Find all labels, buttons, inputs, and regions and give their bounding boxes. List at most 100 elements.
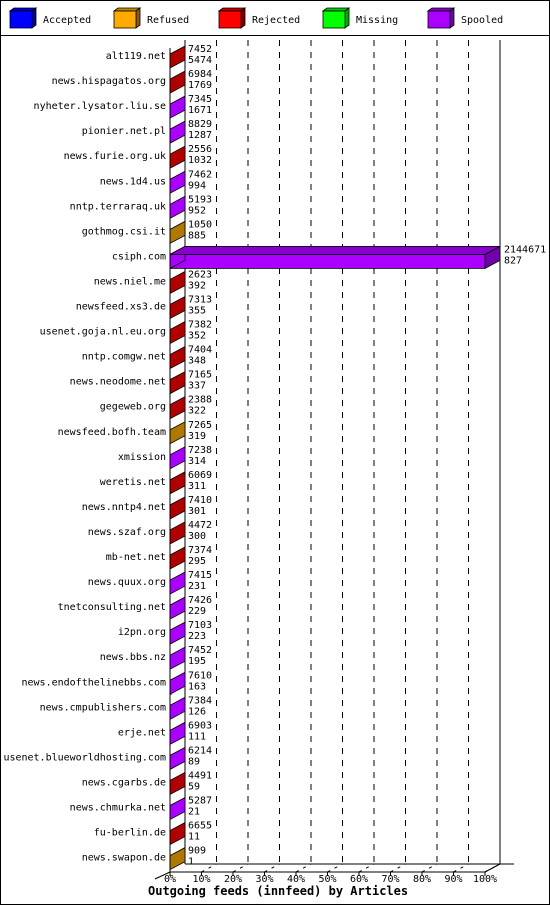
x-tick-depth bbox=[453, 863, 469, 873]
value-label-top: 2388 bbox=[188, 395, 212, 406]
bar-row: news.cgarbs.de 449159 bbox=[82, 770, 212, 796]
value-label-bottom: 1769 bbox=[188, 80, 212, 91]
category-label: usenet.goja.nl.eu.org bbox=[40, 327, 166, 338]
value-label-top: 7165 bbox=[188, 370, 212, 381]
bar-row: tnetconsulting.net 7426229 bbox=[58, 595, 212, 620]
category-label: nntp.comgw.net bbox=[82, 352, 166, 363]
bar-left-face bbox=[169, 396, 186, 420]
x-axis-title: Outgoing feeds (innfeed) by Articles bbox=[148, 884, 408, 898]
bars: alt119.net74525474news.hispagatos.org698… bbox=[3, 44, 546, 871]
value-label-bottom: 355 bbox=[188, 306, 206, 317]
value-label-top: 7415 bbox=[188, 570, 212, 581]
category-label: newsfeed.xs3.de bbox=[76, 302, 166, 313]
bar-left-face bbox=[169, 345, 186, 370]
category-label: xmission bbox=[118, 452, 166, 463]
bar-left-face bbox=[169, 596, 186, 620]
bar-left-face bbox=[169, 471, 186, 495]
value-label-bottom: 319 bbox=[188, 431, 206, 442]
category-label: nntp.terraraq.uk bbox=[70, 201, 166, 212]
value-label-top: 4491 bbox=[188, 770, 212, 781]
legend-item: Spooled bbox=[426, 7, 503, 29]
legend-swatch bbox=[218, 10, 242, 29]
x-tick-label: 100% bbox=[473, 874, 497, 885]
x-tick-depth bbox=[201, 863, 217, 873]
category-label: pionier.net.pl bbox=[82, 126, 166, 137]
value-label-top: 7265 bbox=[188, 420, 212, 431]
bar-left-face bbox=[169, 145, 186, 169]
value-label-bottom: 337 bbox=[188, 381, 206, 392]
value-label-top: 7410 bbox=[188, 495, 212, 506]
value-label-top: 6655 bbox=[188, 821, 212, 832]
bar-row: gothmog.csi.it 1050885 bbox=[82, 219, 212, 245]
bar-left-face bbox=[169, 320, 186, 345]
value-label-bottom: 1287 bbox=[188, 130, 212, 141]
value-label-top: 7238 bbox=[188, 445, 212, 456]
bar-row: news.cmpublishers.com 7384126 bbox=[40, 695, 212, 720]
legend-swatch-side bbox=[31, 7, 37, 29]
value-label-bottom: 994 bbox=[188, 180, 206, 191]
value-label-top: 909 bbox=[188, 846, 206, 857]
bar-left-face bbox=[169, 120, 186, 144]
bar-row: pionier.net.pl 88291287 bbox=[82, 119, 212, 144]
category-label: gegeweb.org bbox=[100, 402, 166, 413]
category-label: news.1d4.us bbox=[100, 176, 166, 187]
bar-left-face bbox=[169, 821, 186, 846]
bar-left-face bbox=[169, 295, 186, 320]
value-label-top: 7374 bbox=[188, 545, 212, 556]
value-label-bottom: 89 bbox=[188, 756, 200, 767]
value-label-bottom: 314 bbox=[188, 456, 206, 467]
category-label: usenet.blueworldhosting.com bbox=[3, 752, 166, 763]
value-label-top: 6984 bbox=[188, 69, 212, 80]
category-label: news.niel.me bbox=[94, 276, 166, 287]
value-label-bottom: 11 bbox=[188, 832, 200, 843]
value-label-top: 7610 bbox=[188, 670, 212, 681]
x-tick-depth bbox=[295, 863, 312, 873]
value-label-top: 7103 bbox=[188, 620, 212, 631]
bar-left-face bbox=[169, 846, 186, 871]
bar-row: newsfeed.bofh.team 7265319 bbox=[58, 420, 212, 445]
category-label: nyheter.lysator.liu.se bbox=[34, 101, 166, 112]
legend-label: Missing bbox=[356, 15, 398, 26]
legend-label: Spooled bbox=[461, 15, 503, 26]
value-label-bottom: 163 bbox=[188, 681, 206, 692]
value-label-top: 2144671 bbox=[504, 244, 546, 255]
legend-swatch bbox=[427, 10, 451, 29]
bar-left-face bbox=[169, 95, 186, 119]
bar-left-face bbox=[169, 45, 186, 69]
bar-left-face bbox=[169, 771, 186, 796]
bar-chart: Accepted Refused Rejected Missing Spooled al… bbox=[0, 7, 550, 898]
value-label-top: 7382 bbox=[188, 320, 212, 331]
value-label-bottom: 223 bbox=[188, 631, 206, 642]
legend-swatch bbox=[113, 10, 137, 29]
x-tick-depth bbox=[358, 863, 375, 873]
value-label-bottom: 300 bbox=[188, 531, 206, 542]
legend-item: Missing bbox=[321, 7, 398, 29]
category-label: news.cgarbs.de bbox=[82, 777, 166, 788]
legend-swatch-side bbox=[344, 7, 350, 29]
category-label: news.neodome.net bbox=[70, 377, 166, 388]
value-label-bottom: 352 bbox=[188, 331, 206, 342]
legend-swatch-side bbox=[449, 7, 455, 29]
category-label: news.nntp4.net bbox=[82, 502, 166, 513]
bar-row: news.hispagatos.org 69841769 bbox=[52, 69, 212, 94]
value-label-bottom: 229 bbox=[188, 606, 206, 617]
value-label-top: 6903 bbox=[188, 720, 212, 731]
bar-row: weretis.net 6069311 bbox=[100, 470, 212, 495]
bar-left-face bbox=[169, 220, 186, 245]
category-label: mb-net.net bbox=[106, 552, 166, 563]
category-label: alt119.net bbox=[106, 51, 166, 62]
value-label-top: 6069 bbox=[188, 470, 212, 481]
value-label-top: 7452 bbox=[188, 645, 212, 656]
bar-left-face bbox=[169, 646, 186, 670]
bar-row: csiph.com 2144671827 bbox=[112, 244, 546, 270]
bar-row: news.1d4.us 7462994 bbox=[100, 169, 212, 194]
value-label-bottom: 126 bbox=[188, 706, 206, 717]
value-label-bottom: 827 bbox=[504, 255, 522, 266]
bar-row: mb-net.net 7374295 bbox=[106, 545, 212, 570]
bar-left-face bbox=[169, 496, 186, 520]
legend-item: Refused bbox=[112, 7, 189, 29]
value-label-bottom: 1 bbox=[188, 857, 194, 868]
category-label: newsfeed.bofh.team bbox=[58, 427, 166, 438]
bar-row: news.neodome.net 7165337 bbox=[70, 370, 212, 395]
bar-row: nntp.terraraq.uk 5193952 bbox=[70, 194, 212, 219]
